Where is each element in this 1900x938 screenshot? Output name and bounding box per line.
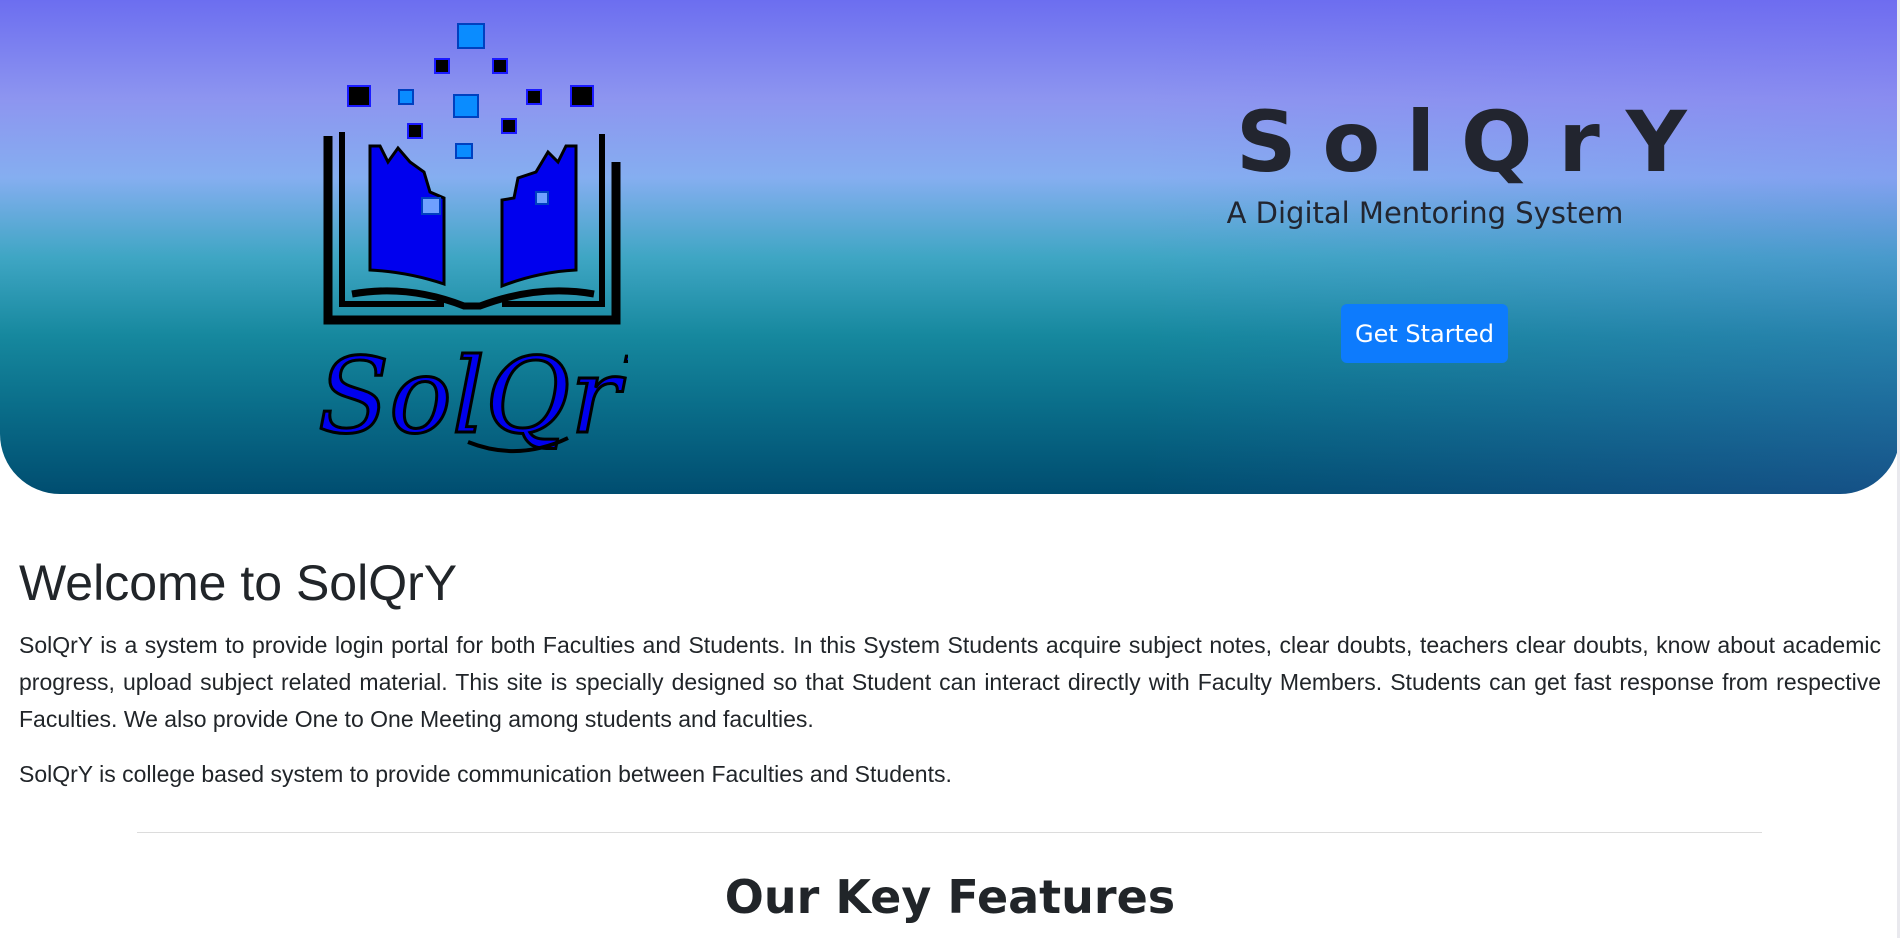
- welcome-section: Welcome to SolQrY SolQrY is a system to …: [19, 553, 1881, 811]
- site-subtitle: A Digital Mentoring System: [1226, 196, 1624, 230]
- logo-wordmark: SolQrY: [318, 335, 628, 457]
- hero-banner: SolQrY SolQrY A Digital Mentoring System…: [0, 0, 1900, 494]
- get-started-button[interactable]: Get Started: [1341, 304, 1508, 363]
- welcome-heading: Welcome to SolQrY: [19, 555, 458, 611]
- welcome-paragraph-2: SolQrY is college based system to provid…: [19, 761, 952, 787]
- features-heading: Our Key Features: [724, 870, 1176, 924]
- solqry-logo: SolQrY: [318, 22, 628, 472]
- brand-block: SolQrY A Digital Mentoring System: [1210, 92, 1713, 230]
- book-pixels-icon: SolQrY: [318, 23, 628, 459]
- welcome-paragraph-1: SolQrY is a system to provide login port…: [19, 632, 1881, 732]
- section-divider: [137, 832, 1762, 833]
- site-title: SolQrY: [1236, 93, 1713, 191]
